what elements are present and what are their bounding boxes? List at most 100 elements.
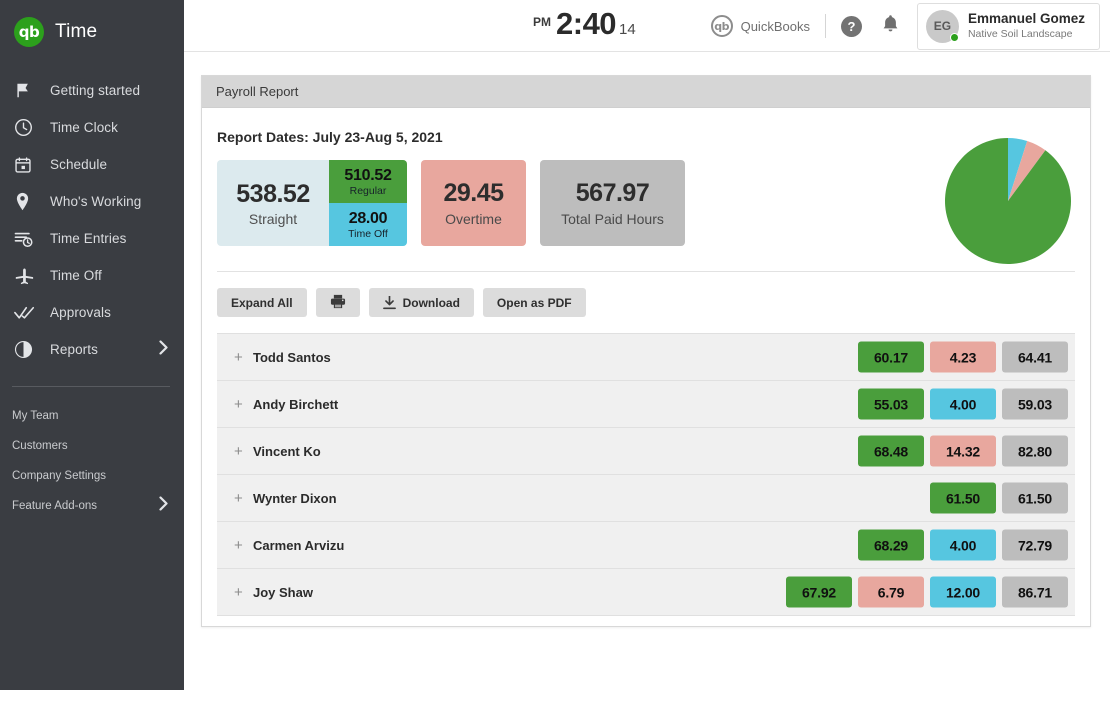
open-as-pdf-button[interactable]: Open as PDF [483,288,586,317]
sidebar-item-label: Reports [50,342,98,357]
overtime-hours-badge: 14.32 [930,436,996,467]
page-title: Payroll Report [216,84,298,99]
total-label: Total Paid Hours [561,211,664,227]
regular-hours-badge: 55.03 [858,389,924,420]
card-header: Payroll Report [202,76,1090,108]
straight-breakdown: 510.52 Regular 28.00 Time Off [329,160,407,246]
flag-icon [14,80,40,102]
time-off-hours-cell: 28.00 Time Off [329,203,407,246]
time-off-hours-badge: 12.00 [930,577,996,608]
table-row[interactable]: + Carmen Arvizu 68.294.0072.79 [217,522,1075,569]
sidebar-item-approvals[interactable]: Approvals [0,294,184,331]
expand-row-icon[interactable]: + [234,538,247,553]
sidebar-item-reports[interactable]: Reports [0,331,184,368]
total-paid-hours-card: 567.97 Total Paid Hours [540,160,685,246]
pie-chart-svg [944,137,1072,265]
straight-value: 538.52 [236,180,309,209]
table-row[interactable]: +Vincent Ko68.4814.3282.80 [217,428,1075,475]
hours-pie-chart [944,137,1072,270]
sidebar-item-company-settings[interactable]: Company Settings [0,461,184,491]
help-icon[interactable]: ? [841,16,862,37]
location-pin-icon [14,191,40,213]
sidebar-item-time-off[interactable]: Time Off [0,257,184,294]
quickbooks-link[interactable]: qb QuickBooks [711,15,810,37]
notifications-bell-icon[interactable] [882,14,899,38]
hours-badges: 55.034.0059.03 [852,389,1068,420]
total-value: 567.97 [576,179,649,208]
hours-badges: 67.926.7912.0086.71 [780,577,1068,608]
sidebar-subitem-label: Company Settings [12,470,106,482]
overtime-hours-badge: 4.23 [930,342,996,373]
expand-all-button[interactable]: Expand All [217,288,307,317]
brand[interactable]: qb Time [0,0,184,64]
payroll-table: + Todd Santos 60.174.2364.41 +Andy Birchett… [217,333,1075,616]
user-organization: Native Soil Landscape [968,28,1085,42]
app-root: qb Time Getting started Time Clock [0,0,1110,702]
sidebar-item-customers[interactable]: Customers [0,431,184,461]
total-hours-badge: 59.03 [1002,389,1068,420]
expand-row-icon[interactable]: + [234,397,247,412]
total-hours-badge: 82.80 [1002,436,1068,467]
download-button[interactable]: Download [369,288,474,317]
expand-row-icon[interactable]: + [234,350,247,365]
employee-name: Todd Santos [253,350,331,365]
sidebar-subitem-label: My Team [12,410,58,422]
expand-row-icon[interactable]: + [234,585,247,600]
chevron-right-icon [159,340,168,359]
employee-name: Carmen Arvizu [253,538,344,553]
sidebar-subitem-label: Customers [12,440,68,452]
sidebar-item-label: Time Entries [50,231,126,246]
sidebar-item-label: Approvals [50,305,111,320]
user-menu[interactable]: EG Emmanuel Gomez Native Soil Landscape [917,3,1100,50]
employee-name: Wynter Dixon [253,491,337,506]
expand-row-icon[interactable]: + [234,491,247,506]
table-row[interactable]: + Todd Santos 60.174.2364.41 [217,334,1075,381]
online-status-dot [950,33,959,42]
hours-badges: 68.4814.3282.80 [852,436,1068,467]
expand-row-icon[interactable]: + [234,444,247,459]
overtime-hours-badge: 6.79 [858,577,924,608]
time-off-label: Time Off [348,228,388,240]
sidebar-divider [12,386,170,387]
list-clock-icon [14,228,40,250]
hours-badges: 60.174.2364.41 [852,342,1068,373]
total-hours-badge: 61.50 [1002,483,1068,514]
regular-label: Regular [350,185,387,197]
print-button[interactable] [316,288,360,317]
regular-hours-badge: 60.17 [858,342,924,373]
sidebar-item-whos-working[interactable]: Who's Working [0,183,184,220]
report-toolbar: Expand All Download Open as PDF [202,272,1090,317]
sidebar: qb Time Getting started Time Clock [0,0,184,690]
hours-badges: 68.294.0072.79 [852,530,1068,561]
sidebar-item-my-team[interactable]: My Team [0,401,184,431]
quickbooks-logo-icon: qb [14,17,44,47]
table-row[interactable]: +Joy Shaw67.926.7912.0086.71 [217,569,1075,616]
sidebar-item-time-entries[interactable]: Time Entries [0,220,184,257]
sidebar-item-label: Getting started [50,83,140,98]
primary-nav: Getting started Time Clock Schedule Who'… [0,72,184,368]
straight-total: 538.52 Straight [217,160,329,246]
regular-value: 510.52 [344,167,391,185]
top-header: PM 2:40 14 qb QuickBooks ? EG Emmanuel G… [184,0,1110,52]
chevron-right-icon [159,497,168,516]
brand-title: Time [55,21,97,43]
sidebar-item-time-clock[interactable]: Time Clock [0,109,184,146]
table-row[interactable]: +Wynter Dixon61.5061.50 [217,475,1075,522]
user-name: Emmanuel Gomez [968,11,1085,28]
quickbooks-label: QuickBooks [741,19,810,34]
sidebar-item-feature-add-ons[interactable]: Feature Add-ons [0,491,184,521]
table-row[interactable]: +Andy Birchett55.034.0059.03 [217,381,1075,428]
total-hours-badge: 72.79 [1002,530,1068,561]
clock-time: 2:40 [556,6,616,42]
regular-hours-badge: 67.92 [786,577,852,608]
overtime-card: 29.45 Overtime [421,160,526,246]
sidebar-item-label: Schedule [50,157,107,172]
sidebar-item-schedule[interactable]: Schedule [0,146,184,183]
header-actions: qb QuickBooks ? EG Emmanuel Gomez Native… [711,0,1100,52]
clock-icon [14,117,40,139]
sidebar-item-getting-started[interactable]: Getting started [0,72,184,109]
clock-seconds: 14 [619,21,636,38]
payroll-report-card: Payroll Report Report Dates: July 23-Aug… [201,75,1091,627]
straight-hours-card: 538.52 Straight 510.52 Regular 28.00 Tim… [217,160,407,246]
straight-label: Straight [249,211,297,227]
